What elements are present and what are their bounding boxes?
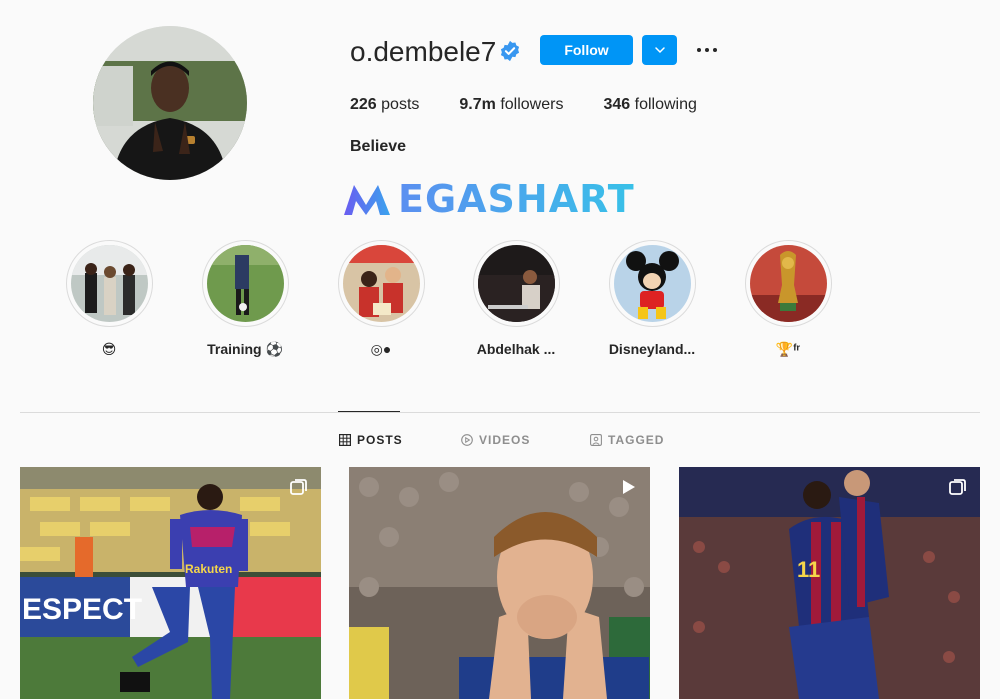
highlight-ring — [65, 240, 153, 327]
profile-stats: 226 posts 9.7m followers 346 following — [350, 96, 737, 114]
profile-tabs: POSTS VIDEOS TAGGED — [0, 433, 1000, 449]
highlight-label: Disneyland... — [608, 341, 696, 357]
tab-posts[interactable]: POSTS — [339, 433, 403, 447]
highlight-cover — [342, 245, 420, 322]
followers-label: followers — [500, 96, 564, 113]
tab-tagged[interactable]: TAGGED — [590, 433, 664, 447]
tab-divider — [20, 412, 980, 413]
highlight-item[interactable]: ◎● — [316, 240, 446, 358]
tab-videos[interactable]: VIDEOS — [461, 433, 530, 447]
story-highlights: 😎 Training ⚽ ◎● Abdelhak ... Disneyland.… — [0, 240, 1000, 360]
avatar-photo — [93, 26, 247, 180]
play-circle-icon — [461, 434, 473, 446]
post-thumbnail[interactable]: ESPECT Rakuten — [20, 467, 321, 699]
highlight-cover — [70, 245, 148, 322]
highlight-cover — [477, 245, 555, 322]
post-thumbnail[interactable]: 11 — [679, 467, 980, 699]
active-tab-indicator — [338, 411, 400, 412]
tab-tagged-label: TAGGED — [608, 433, 665, 447]
profile-avatar[interactable] — [93, 26, 247, 180]
highlight-item[interactable]: Training ⚽ — [180, 240, 310, 358]
highlight-label: 😎 — [101, 341, 117, 357]
verified-badge-icon — [500, 40, 520, 62]
watermark-logo: EGASHART — [340, 177, 635, 221]
board-text: ESPECT — [22, 593, 142, 626]
follow-button[interactable]: Follow — [540, 35, 633, 65]
play-icon — [623, 480, 635, 494]
followers-count: 9.7m — [459, 96, 496, 113]
posts-label: posts — [381, 96, 420, 113]
tag-icon — [590, 434, 602, 446]
posts-stat: 226 posts — [350, 96, 419, 114]
jersey-number: 11 — [797, 557, 820, 582]
chevron-down-icon — [654, 47, 665, 54]
highlight-item[interactable]: Disneyland... — [587, 240, 717, 358]
tab-videos-label: VIDEOS — [479, 433, 531, 447]
posts-count: 226 — [350, 96, 377, 113]
highlight-ring — [201, 240, 289, 327]
more-dot-icon — [705, 48, 709, 52]
post-image — [349, 467, 650, 699]
highlight-ring — [337, 240, 425, 327]
more-dot-icon — [713, 48, 717, 52]
suggested-accounts-button[interactable] — [642, 35, 677, 65]
highlight-ring — [744, 240, 832, 327]
highlight-cover — [206, 245, 284, 322]
highlight-cover — [749, 245, 827, 322]
bio-name: Believe — [350, 138, 407, 155]
followers-link[interactable]: 9.7m followers — [459, 96, 563, 114]
post-thumbnail[interactable] — [349, 467, 650, 699]
tab-posts-label: POSTS — [357, 433, 403, 447]
highlight-item[interactable]: 😎 — [44, 240, 174, 358]
grid-icon — [339, 434, 351, 446]
more-options-button[interactable] — [692, 40, 722, 60]
jersey-sponsor: Rakuten — [185, 562, 232, 576]
highlight-ring — [608, 240, 696, 327]
watermark-text: EGASHART — [398, 177, 635, 221]
highlight-label: ◎● — [370, 341, 392, 357]
highlight-item[interactable]: 🏆ᶠʳ — [723, 240, 853, 358]
following-label: following — [634, 96, 697, 113]
post-image: 11 — [679, 467, 980, 699]
following-link[interactable]: 346 following — [603, 96, 696, 114]
carousel-icon — [949, 479, 966, 495]
post-image: ESPECT Rakuten — [20, 467, 321, 699]
following-count: 346 — [603, 96, 631, 113]
highlight-label: Training ⚽ — [207, 341, 283, 357]
highlight-label: 🏆ᶠʳ — [775, 341, 801, 357]
more-dot-icon — [697, 48, 701, 52]
highlight-label: Abdelhak ... — [476, 341, 556, 357]
highlight-cover — [613, 245, 691, 322]
profile-username: o.dembele7 — [350, 36, 497, 67]
highlight-ring — [472, 240, 560, 327]
highlight-item[interactable]: Abdelhak ... — [451, 240, 581, 358]
carousel-icon — [290, 479, 307, 495]
megashart-logo-icon — [344, 185, 390, 215]
